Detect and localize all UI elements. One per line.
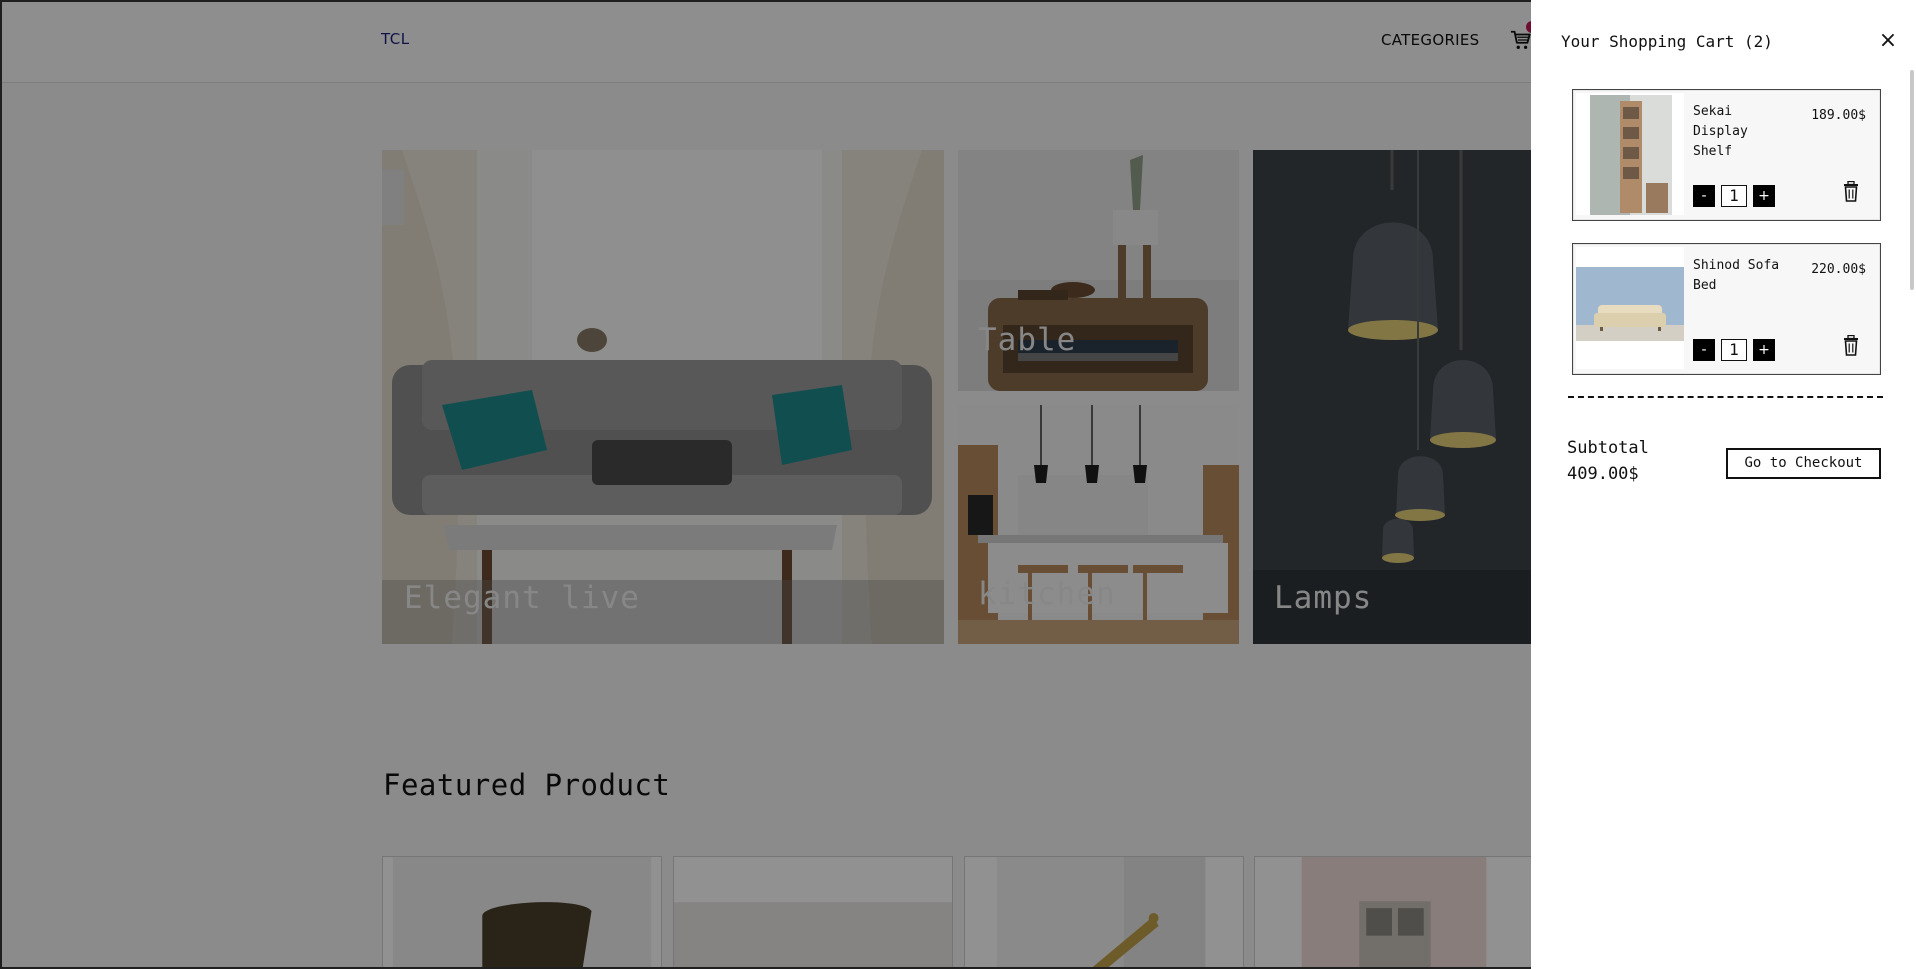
display-shelf-image: [1576, 93, 1684, 215]
increase-quantity-button[interactable]: +: [1753, 185, 1775, 207]
subtotal-value: 409.00$: [1567, 464, 1639, 484]
decrease-quantity-button[interactable]: -: [1693, 185, 1715, 207]
cart-item-price: 189.00$: [1811, 108, 1866, 123]
drawer-scrollbar[interactable]: [1910, 70, 1914, 290]
cart-item: Shinod Sofa Bed 220.00$ - 1 +: [1572, 243, 1881, 375]
cart-item-name: Shinod Sofa Bed: [1693, 258, 1780, 293]
quantity-stepper: - 1 +: [1693, 338, 1775, 362]
quantity-value[interactable]: 1: [1721, 185, 1747, 207]
cart-item-image: [1576, 93, 1684, 215]
quantity-stepper: - 1 +: [1693, 184, 1775, 208]
cart-item: Sekai Display Shelf 189.00$ - 1 +: [1572, 89, 1881, 221]
trash-icon[interactable]: [1842, 181, 1860, 203]
cart-item-image: [1576, 247, 1684, 369]
cart-item-name: Sekai Display Shelf: [1693, 104, 1748, 159]
cart-divider: [1568, 396, 1883, 398]
go-to-checkout-button[interactable]: Go to Checkout: [1726, 448, 1881, 479]
increase-quantity-button[interactable]: +: [1753, 339, 1775, 361]
decrease-quantity-button[interactable]: -: [1693, 339, 1715, 361]
subtotal-label: Subtotal: [1567, 438, 1649, 458]
cart-title: Your Shopping Cart (2): [1561, 32, 1773, 51]
quantity-value[interactable]: 1: [1721, 339, 1747, 361]
sofa-bed-image: [1576, 247, 1684, 369]
shopping-cart-drawer: Your Shopping Cart (2) × Sekai Display S…: [1531, 0, 1916, 969]
close-icon[interactable]: ×: [1877, 30, 1899, 52]
cart-item-price: 220.00$: [1811, 262, 1866, 277]
trash-icon[interactable]: [1842, 335, 1860, 357]
